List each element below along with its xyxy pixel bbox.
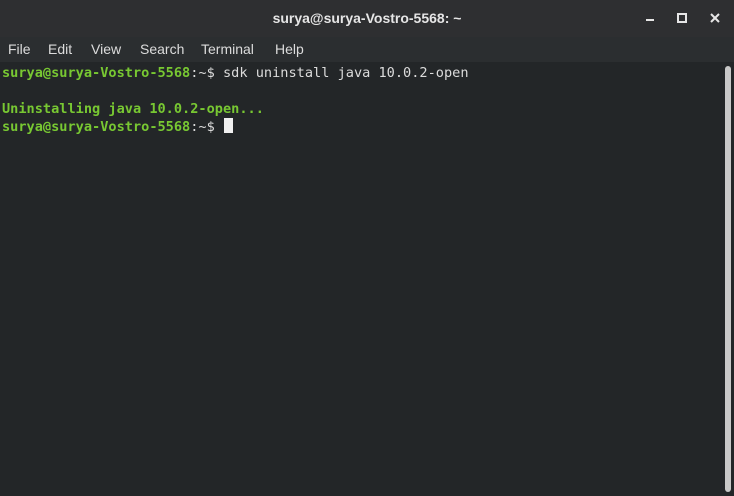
terminal-line: surya@surya-Vostro-5568:~$ — [2, 118, 233, 136]
menu-view[interactable]: View — [91, 37, 121, 62]
menu-edit[interactable]: Edit — [48, 37, 72, 62]
terminal-line: surya@surya-Vostro-5568:~$ sdk uninstall… — [2, 64, 469, 82]
maximize-icon — [677, 13, 687, 23]
prompt-path: :~$ — [190, 65, 215, 81]
close-icon — [710, 13, 720, 23]
scrollbar[interactable] — [722, 62, 734, 496]
terminal-output[interactable]: surya@surya-Vostro-5568:~$ sdk uninstall… — [0, 62, 722, 496]
minimize-button[interactable] — [641, 9, 659, 27]
menu-search[interactable]: Search — [140, 37, 184, 62]
menu-bar: File Edit View Search Terminal Help — [0, 37, 734, 62]
prompt-user-host: surya@surya-Vostro-5568 — [2, 119, 191, 135]
terminal-window: surya@surya-Vostro-5568: ~ File Edit Vie… — [0, 0, 734, 496]
scrollbar-thumb[interactable] — [725, 66, 731, 492]
text-cursor — [224, 118, 233, 133]
menu-help[interactable]: Help — [275, 37, 304, 62]
close-button[interactable] — [706, 9, 724, 27]
maximize-button[interactable] — [673, 9, 691, 27]
prompt-user-host: surya@surya-Vostro-5568 — [2, 65, 191, 81]
menu-terminal[interactable]: Terminal — [201, 37, 254, 62]
prompt-path: :~$ — [190, 119, 215, 135]
terminal-line: Uninstalling java 10.0.2-open... — [2, 100, 264, 118]
title-bar[interactable]: surya@surya-Vostro-5568: ~ — [0, 0, 734, 37]
window-title: surya@surya-Vostro-5568: ~ — [272, 10, 462, 26]
minimize-icon — [646, 19, 654, 21]
command-text: sdk uninstall java 10.0.2-open — [214, 65, 469, 81]
menu-file[interactable]: File — [8, 37, 31, 62]
command-output: Uninstalling java 10.0.2-open... — [2, 101, 264, 117]
command-text — [215, 119, 223, 135]
